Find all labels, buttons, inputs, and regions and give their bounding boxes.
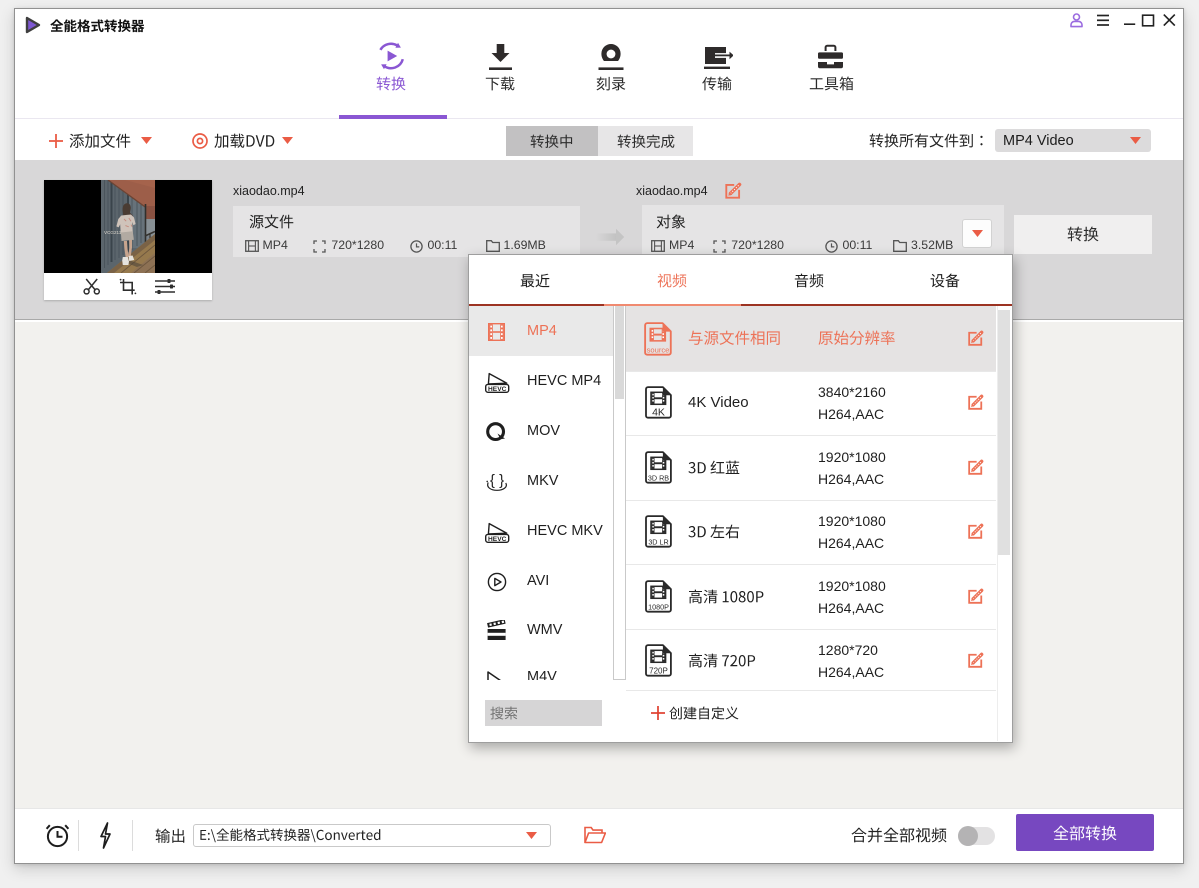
svg-text:HEVC: HEVC — [488, 536, 507, 543]
svg-text:3D LR: 3D LR — [648, 538, 668, 547]
svg-text:HEVC: HEVC — [488, 386, 507, 393]
svg-text:VCG211: VCG211 — [104, 230, 122, 235]
svg-text:source: source — [647, 345, 670, 354]
svg-text:1080P: 1080P — [648, 602, 669, 611]
svg-text:720P: 720P — [649, 667, 668, 676]
svg-text:4K: 4K — [652, 407, 665, 419]
svg-text:3D RB: 3D RB — [648, 473, 669, 482]
svg-text:{ }: { } — [490, 472, 504, 489]
